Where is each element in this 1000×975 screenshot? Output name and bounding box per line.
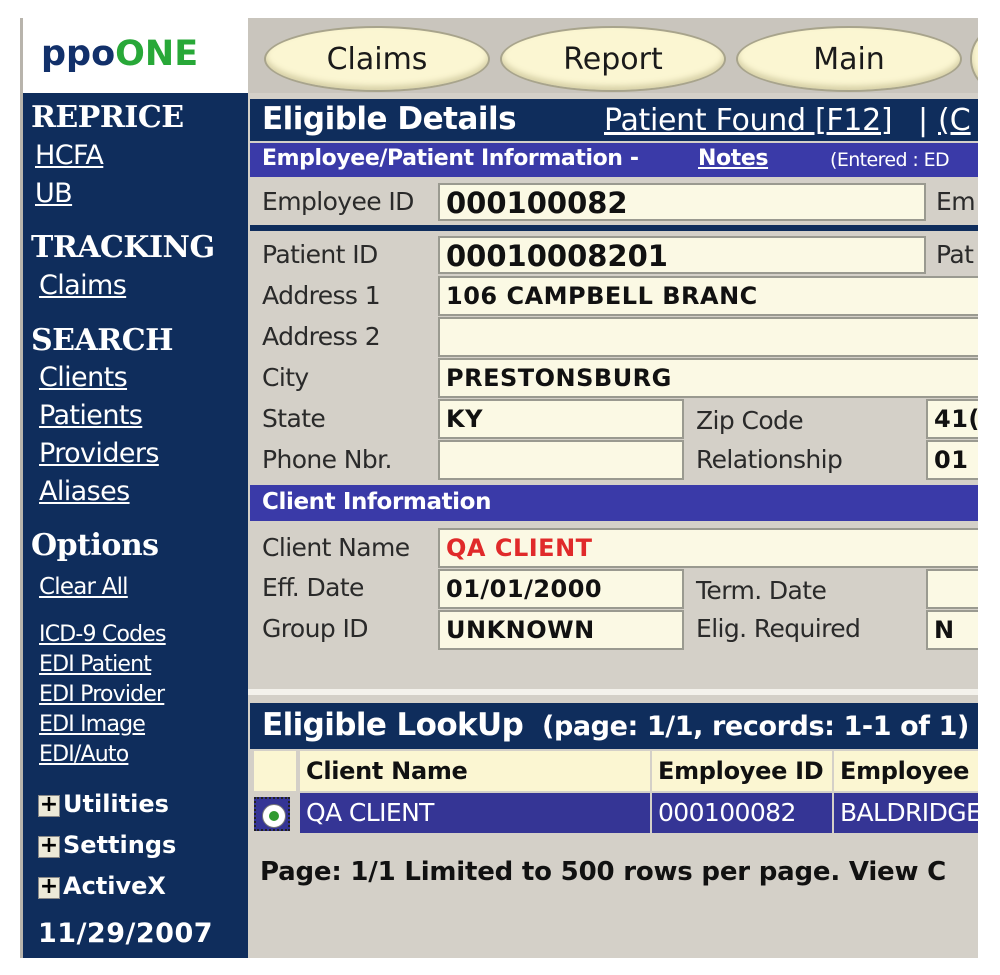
group-id-field[interactable]: UNKNOWN: [438, 610, 684, 650]
section-reprice: REPRICE: [31, 100, 184, 135]
client-name-label: Client Name: [262, 533, 410, 562]
page-footer-text: Page: 1/1 Limited to 500 rows per page. …: [260, 857, 947, 887]
logo-part1: ppo: [41, 34, 116, 74]
next-link[interactable]: (C: [938, 103, 971, 138]
state-field[interactable]: KY: [438, 399, 684, 439]
address2-field[interactable]: [438, 317, 978, 357]
link-edi-image[interactable]: EDI Image: [39, 712, 146, 737]
tab-main[interactable]: Main: [736, 26, 962, 92]
logo-part2: ONE: [115, 34, 199, 74]
header-separator: |: [918, 103, 929, 138]
column-client-name[interactable]: Client Name: [300, 751, 650, 791]
city-label: City: [262, 363, 309, 392]
cell-client-name: QA CLIENT: [300, 793, 650, 833]
tab-claims[interactable]: Claims: [264, 26, 490, 92]
link-patients[interactable]: Patients: [39, 400, 143, 431]
term-date-label: Term. Date: [696, 576, 827, 605]
plus-icon: +: [38, 833, 60, 858]
zip-code-field[interactable]: 41(: [926, 399, 978, 439]
section-search: SEARCH: [31, 323, 173, 358]
divider: [248, 689, 978, 695]
eligible-details-title: Eligible Details: [262, 101, 517, 137]
main-panel: Eligible Details Patient Found [F12] | (…: [248, 93, 978, 958]
eligible-lookup-header: Eligible LookUp (page: 1/1, records: 1-1…: [250, 703, 978, 749]
relationship-field[interactable]: 01: [926, 440, 978, 480]
link-providers[interactable]: Providers: [39, 438, 159, 469]
elig-required-field[interactable]: N: [926, 610, 978, 650]
address1-label: Address 1: [262, 281, 381, 310]
expander-activex[interactable]: + ActiveX: [38, 872, 166, 900]
section-options: Options: [31, 528, 159, 563]
link-aliases[interactable]: Aliases: [39, 476, 130, 507]
row-select-radio[interactable]: [254, 797, 290, 831]
elig-required-label: Elig. Required: [696, 614, 861, 643]
zip-code-label: Zip Code: [696, 406, 804, 435]
tab-partial[interactable]: [970, 26, 978, 92]
link-clear-all[interactable]: Clear All: [39, 574, 129, 600]
plus-icon: +: [38, 792, 60, 817]
employee-name-label-partial: Em: [936, 187, 976, 216]
employee-id-label: Employee ID: [262, 187, 414, 216]
lookup-table-header: Client Name Employee ID Employee N: [254, 751, 978, 791]
patient-found-link[interactable]: Patient Found [F12]: [604, 103, 893, 138]
column-employee-id[interactable]: Employee ID: [652, 751, 832, 791]
tab-report[interactable]: Report: [500, 26, 726, 92]
link-ub[interactable]: UB: [35, 178, 73, 209]
select-column-header: [254, 751, 296, 791]
client-info-section-title: Client Information: [262, 489, 492, 515]
phone-field[interactable]: [438, 440, 684, 480]
eff-date-label: Eff. Date: [262, 573, 364, 602]
eff-date-field[interactable]: 01/01/2000: [438, 569, 684, 609]
entered-info: (Entered : ED: [830, 149, 950, 171]
term-date-field[interactable]: [926, 569, 978, 609]
link-edi-patient[interactable]: EDI Patient: [39, 652, 152, 677]
phone-label: Phone Nbr.: [262, 445, 392, 474]
relationship-label: Relationship: [696, 445, 843, 474]
address1-field[interactable]: 106 CAMPBELL BRANC: [438, 276, 978, 316]
cell-employee-name: BALDRIDGE: [834, 793, 978, 833]
link-claims[interactable]: Claims: [39, 270, 127, 301]
table-row[interactable]: QA CLIENT 000100082 BALDRIDGE: [254, 793, 978, 833]
tab-bar: Claims Report Main: [248, 18, 978, 93]
patient-name-label-partial: Pat: [936, 240, 974, 269]
group-id-label: Group ID: [262, 614, 368, 643]
current-date: 11/29/2007: [38, 918, 214, 949]
divider: [250, 225, 978, 231]
link-icd9-codes[interactable]: ICD-9 Codes: [39, 622, 167, 647]
employee-id-field[interactable]: 000100082: [438, 183, 926, 221]
link-edi-provider[interactable]: EDI Provider: [39, 682, 165, 707]
sidebar: ppoONE REPRICE HCFA UB TRACKING Claims S…: [20, 18, 248, 958]
notes-link[interactable]: Notes: [698, 146, 768, 171]
link-edi-auto[interactable]: EDI/Auto: [39, 742, 129, 767]
cell-employee-id: 000100082: [652, 793, 832, 833]
city-field[interactable]: PRESTONSBURG: [438, 358, 978, 398]
expander-utilities[interactable]: + Utilities: [38, 790, 169, 818]
eligible-details-header: Eligible Details Patient Found [F12] | (…: [250, 99, 978, 141]
section-tracking: TRACKING: [31, 230, 215, 265]
client-name-field[interactable]: QA CLIENT: [438, 528, 978, 568]
radio-selected-icon: [262, 804, 286, 828]
eligible-lookup-title: Eligible LookUp: [262, 707, 524, 743]
lookup-paging: (page: 1/1, records: 1-1 of 1): [542, 711, 969, 742]
address2-label: Address 2: [262, 322, 381, 351]
column-employee-name[interactable]: Employee N: [834, 751, 978, 791]
patient-id-field[interactable]: 00010008201: [438, 236, 926, 274]
logo: ppoONE: [23, 18, 248, 93]
patient-id-label: Patient ID: [262, 240, 378, 269]
link-clients[interactable]: Clients: [39, 362, 128, 393]
expander-settings[interactable]: + Settings: [38, 831, 176, 859]
state-label: State: [262, 404, 326, 433]
plus-icon: +: [38, 874, 60, 899]
client-info-section-bar: Client Information: [250, 485, 978, 521]
employee-patient-section-bar: Employee/Patient Information - Notes (En…: [250, 143, 978, 177]
app-window: ppoONE REPRICE HCFA UB TRACKING Claims S…: [20, 18, 978, 958]
link-hcfa[interactable]: HCFA: [35, 140, 104, 171]
employee-patient-section-title: Employee/Patient Information -: [262, 146, 639, 171]
